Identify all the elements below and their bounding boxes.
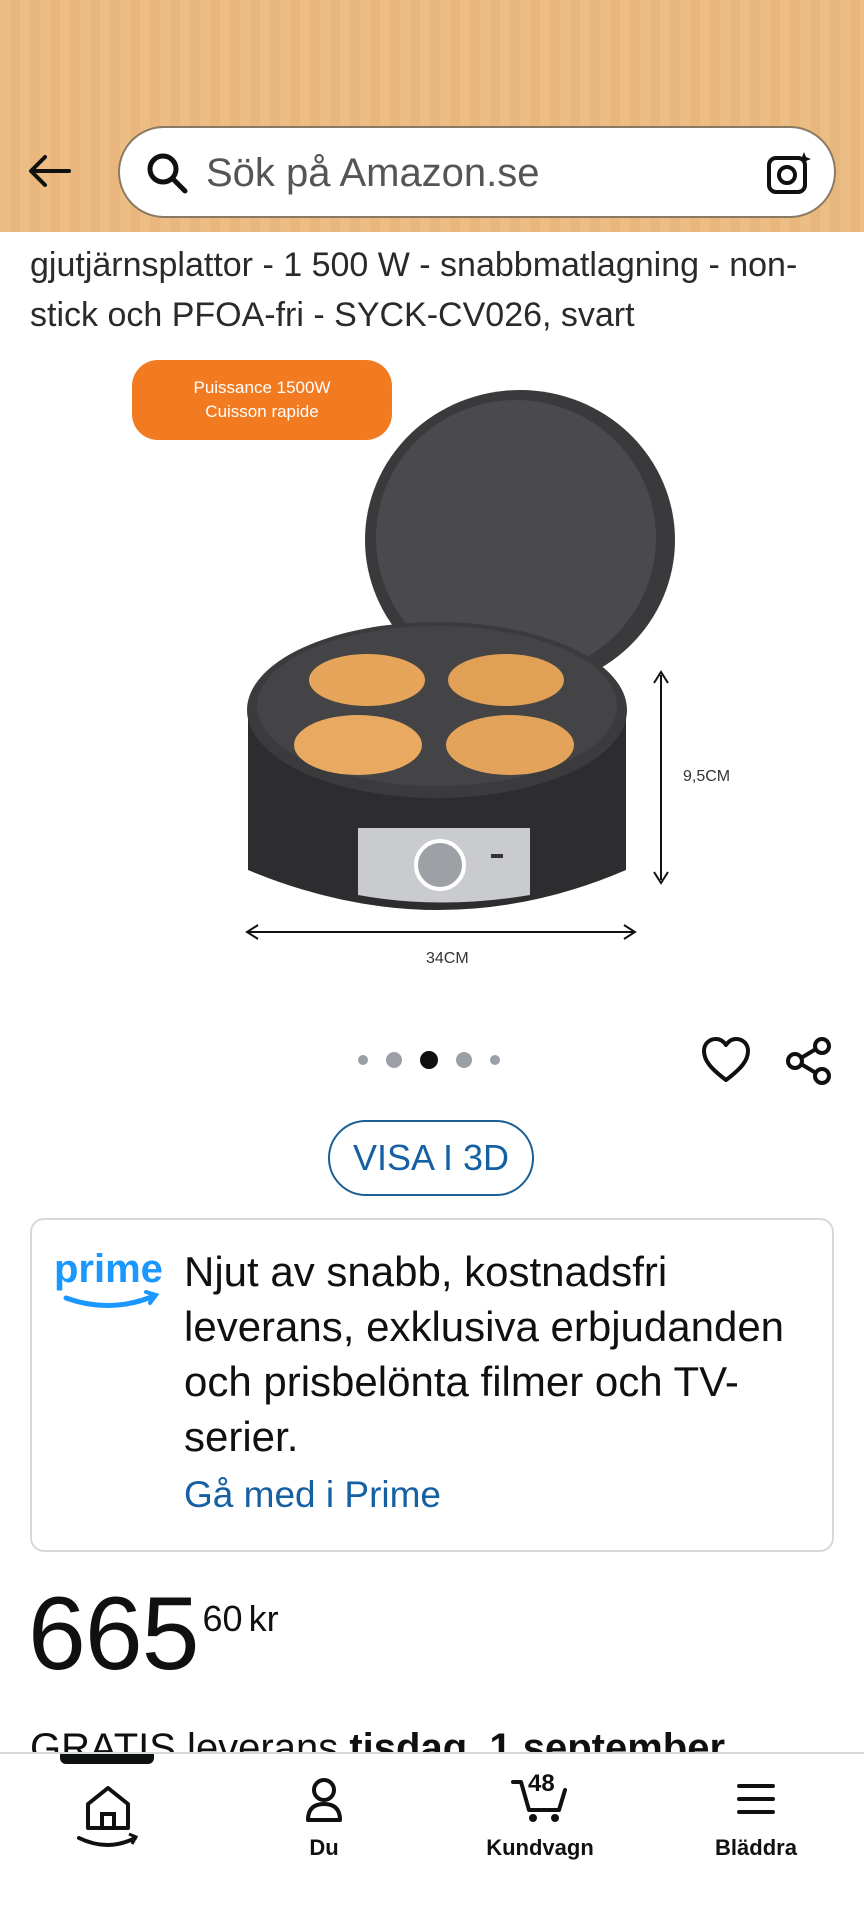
svg-text:prime: prime	[54, 1247, 163, 1291]
camera-search-icon[interactable]	[764, 148, 814, 198]
back-arrow-icon	[29, 155, 71, 187]
prime-description: Njut av snabb, kostnadsfri leverans, exk…	[184, 1248, 785, 1460]
join-prime-link[interactable]: Gå med i Prime	[184, 1474, 441, 1516]
carousel-dot[interactable]	[358, 1055, 368, 1065]
view-3d-button[interactable]: VISA I 3D	[328, 1120, 534, 1196]
carousel-dot[interactable]	[490, 1055, 500, 1065]
prime-logo: prime	[54, 1247, 163, 1308]
nav-browse[interactable]: Bläddra	[676, 1774, 836, 1861]
nav-you[interactable]: Du	[244, 1774, 404, 1861]
nav-label-browse: Bläddra	[715, 1835, 797, 1860]
user-icon	[306, 1778, 342, 1822]
carousel-dot-active[interactable]	[420, 1051, 438, 1069]
cart-count-badge: 48	[528, 1770, 555, 1797]
price-fraction: 60	[202, 1598, 243, 1639]
bottom-navigation: Du Kundvagn Bläddra	[0, 1752, 864, 1922]
price: 665 60 kr	[28, 1582, 279, 1686]
height-dimension-label: 9,5CM	[683, 768, 731, 785]
prime-promo-card: prime Njut av snabb, kostnadsfri leveran…	[30, 1218, 834, 1552]
search-icon	[147, 153, 188, 194]
back-button[interactable]	[18, 140, 80, 202]
price-currency: kr	[248, 1598, 279, 1639]
width-dimension-label: 34CM	[426, 950, 469, 967]
carousel-dot[interactable]	[456, 1052, 472, 1068]
nav-home[interactable]	[28, 1774, 188, 1859]
nav-label-you: Du	[309, 1835, 339, 1860]
price-whole: 665	[28, 1576, 200, 1692]
header-bar: Sök på Amazon.se	[0, 0, 864, 232]
carousel-dot[interactable]	[386, 1052, 402, 1068]
home-icon	[77, 1786, 139, 1847]
search-input[interactable]: Sök på Amazon.se	[118, 126, 836, 218]
search-placeholder: Sök på Amazon.se	[206, 151, 540, 195]
product-image[interactable]: Puissance 1500W Cuisson rapide 9,5CM 34C…	[0, 350, 864, 990]
active-tab-indicator	[60, 1754, 154, 1764]
heart-icon[interactable]	[700, 1034, 752, 1086]
product-title[interactable]: gjutjärnsplattor - 1 500 W - snabbmatlag…	[30, 240, 840, 340]
crepe-maker-illustration	[245, 390, 675, 940]
menu-icon	[737, 1784, 775, 1814]
nav-label-cart: Kundvagn	[486, 1835, 594, 1860]
share-icon[interactable]	[782, 1034, 836, 1088]
image-carousel-indicator[interactable]	[358, 1050, 500, 1070]
